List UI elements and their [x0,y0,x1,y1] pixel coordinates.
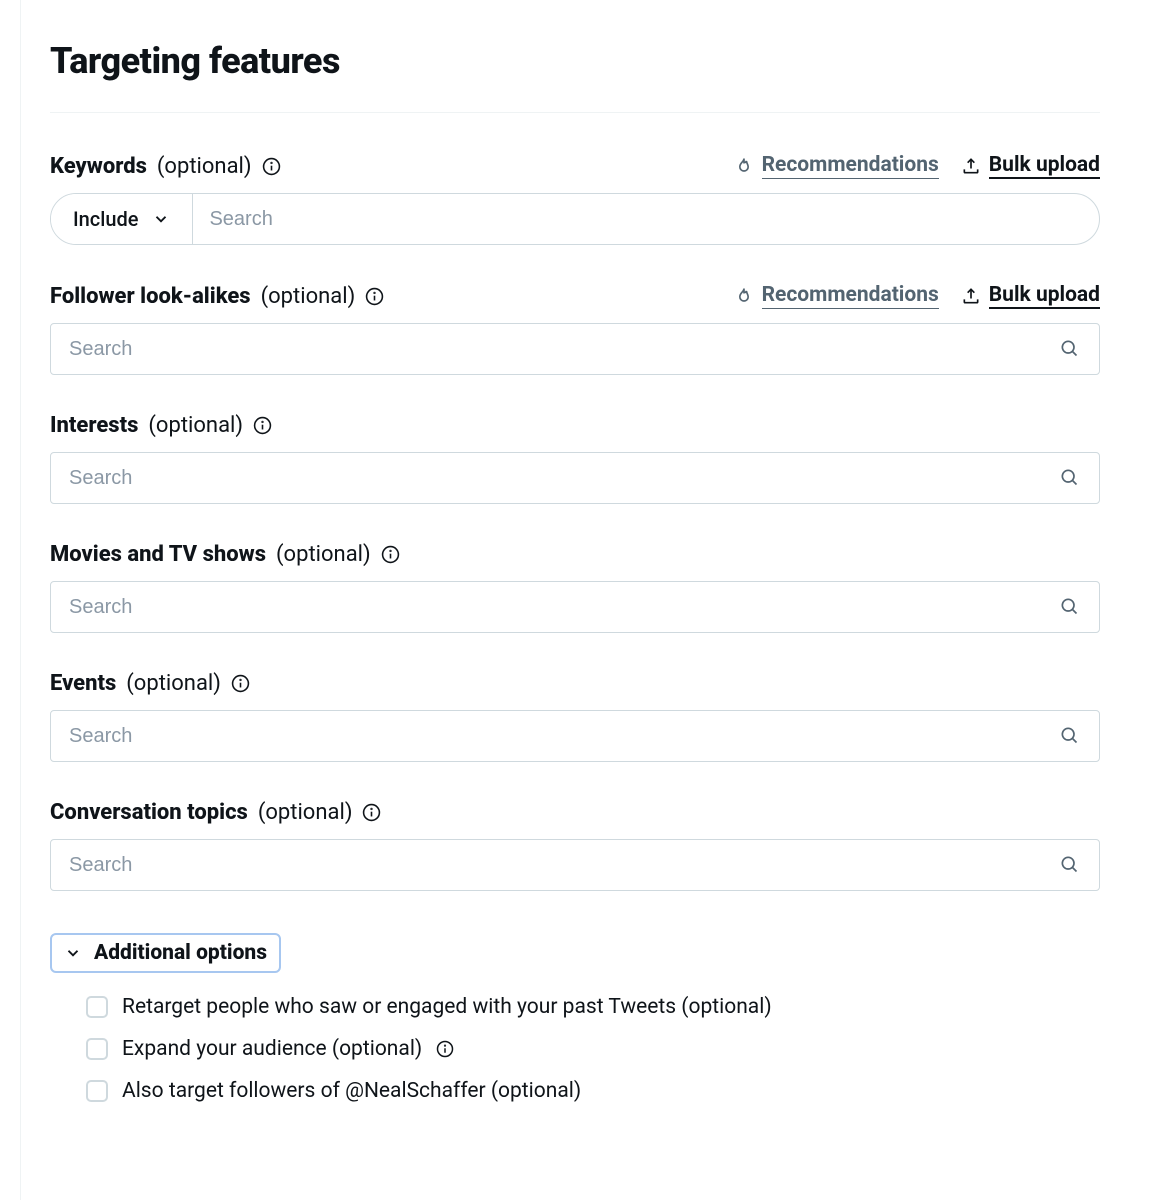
additional-options-toggle[interactable]: Additional options [50,933,281,973]
section-lookalikes: Follower look-alikes (optional) Recommen… [50,283,1100,375]
interests-search-button[interactable] [1053,461,1085,496]
search-icon [1059,338,1079,358]
topics-search-input[interactable] [69,854,1053,877]
divider [50,112,1100,113]
section-keywords: Keywords (optional) Recommendations [50,153,1100,245]
upload-icon [961,156,981,176]
lookalikes-label-group: Follower look-alikes (optional) [50,284,384,309]
keywords-label-group: Keywords (optional) [50,154,281,179]
keywords-search-input[interactable] [193,194,1099,244]
option-label: Expand your audience (optional) [122,1037,422,1061]
bulk-upload-text: Bulk upload [989,153,1100,179]
lookalikes-bulk-upload-link[interactable]: Bulk upload [961,283,1100,309]
movies-label-group: Movies and TV shows (optional) [50,542,400,567]
events-search-button[interactable] [1053,719,1085,754]
dropdown-value: Include [73,207,138,231]
events-label: Events [50,671,116,696]
events-control [50,710,1100,762]
interests-control [50,452,1100,504]
movies-search-button[interactable] [1053,590,1085,625]
bulk-upload-text: Bulk upload [989,283,1100,309]
info-icon[interactable] [362,803,381,822]
lookalikes-search-input[interactable] [69,338,1053,361]
additional-options-list: Retarget people who saw or engaged with … [50,995,1100,1103]
search-icon [1059,854,1079,874]
option-target-followers: Also target followers of @NealSchaffer (… [86,1079,1100,1103]
info-icon[interactable] [253,416,272,435]
topics-label-group: Conversation topics (optional) [50,800,381,825]
option-expand-audience: Expand your audience (optional) [86,1037,1100,1061]
info-icon[interactable] [436,1040,454,1058]
movies-label: Movies and TV shows [50,542,266,567]
keywords-recommendations-link[interactable]: Recommendations [734,153,939,179]
checkbox-retarget[interactable] [86,996,108,1018]
page-title: Targeting features [50,40,1100,82]
additional-options-label: Additional options [94,941,267,965]
info-icon[interactable] [365,287,384,306]
movies-optional: (optional) [276,542,371,567]
topics-control [50,839,1100,891]
keywords-bulk-upload-link[interactable]: Bulk upload [961,153,1100,179]
chevron-down-icon [64,944,82,962]
topics-optional: (optional) [258,800,353,825]
keywords-label: Keywords [50,154,147,179]
events-label-group: Events (optional) [50,671,250,696]
movies-search-input[interactable] [69,596,1053,619]
info-icon[interactable] [231,674,250,693]
lookalikes-recommendations-link[interactable]: Recommendations [734,283,939,309]
recommendations-text: Recommendations [762,153,939,179]
section-movies: Movies and TV shows (optional) [50,542,1100,633]
topics-search-button[interactable] [1053,848,1085,883]
option-label: Also target followers of @NealSchaffer (… [122,1079,581,1103]
interests-optional: (optional) [148,413,243,438]
search-icon [1059,596,1079,616]
lookalikes-optional: (optional) [261,284,356,309]
option-label: Retarget people who saw or engaged with … [122,995,772,1019]
recommendations-text: Recommendations [762,283,939,309]
keywords-control: Include [50,193,1100,245]
events-optional: (optional) [126,671,221,696]
interests-label-group: Interests (optional) [50,413,272,438]
interests-label: Interests [50,413,138,438]
lookalikes-label: Follower look-alikes [50,284,251,309]
checkbox-expand-audience[interactable] [86,1038,108,1060]
section-events: Events (optional) [50,671,1100,762]
topics-label: Conversation topics [50,800,248,825]
option-retarget: Retarget people who saw or engaged with … [86,995,1100,1019]
flame-icon [734,286,754,306]
chevron-down-icon [152,210,170,228]
section-interests: Interests (optional) [50,413,1100,504]
checkbox-target-followers[interactable] [86,1080,108,1102]
lookalikes-control [50,323,1100,375]
lookalikes-search-button[interactable] [1053,332,1085,367]
keywords-optional: (optional) [157,154,252,179]
info-icon[interactable] [381,545,400,564]
events-search-input[interactable] [69,725,1053,748]
keywords-include-dropdown[interactable]: Include [51,194,193,244]
search-icon [1059,725,1079,745]
movies-control [50,581,1100,633]
interests-search-input[interactable] [69,467,1053,490]
upload-icon [961,286,981,306]
flame-icon [734,156,754,176]
info-icon[interactable] [262,157,281,176]
search-icon [1059,467,1079,487]
section-topics: Conversation topics (optional) [50,800,1100,891]
